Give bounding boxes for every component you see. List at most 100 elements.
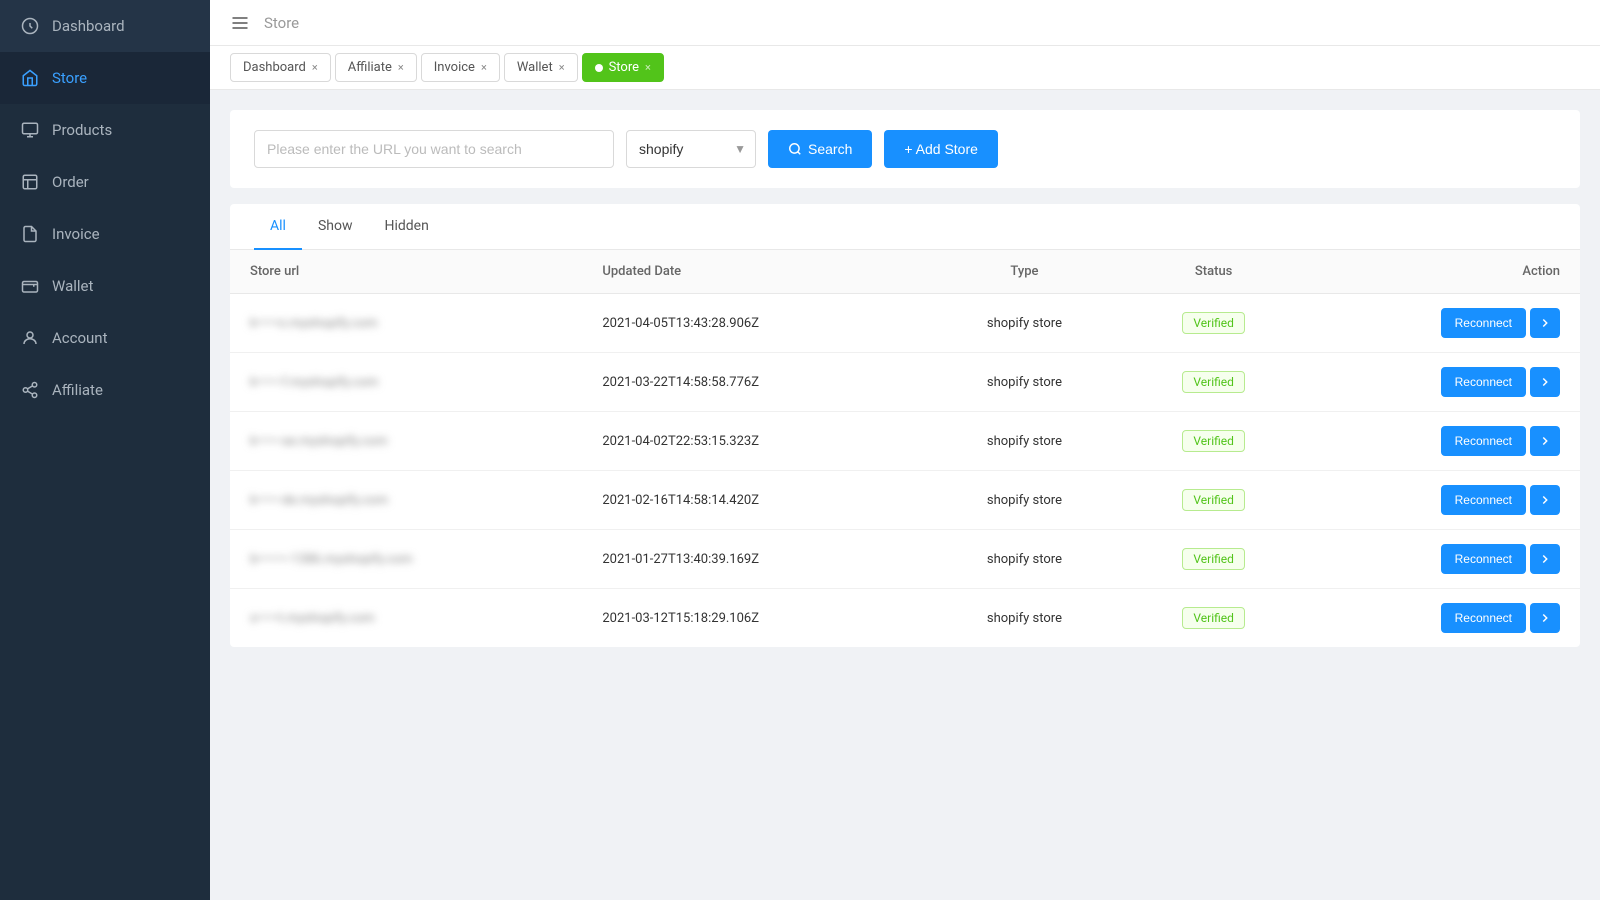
- action-cell: Reconnect: [1303, 589, 1580, 648]
- updated-date-cell: 2021-03-12T15:18:29.106Z: [582, 589, 924, 648]
- type-cell: shopify store: [924, 471, 1124, 530]
- table-row: k•••••-f.myshopify.com 2021-03-22T14:58:…: [230, 353, 1580, 412]
- col-header-action: Action: [1303, 250, 1580, 294]
- add-store-button[interactable]: + Add Store: [884, 130, 998, 168]
- reconnect-button[interactable]: Reconnect: [1441, 544, 1526, 574]
- table-row: b•••••••-1386.myshopify.com 2021-01-27T1…: [230, 530, 1580, 589]
- tab-close-icon[interactable]: ×: [559, 61, 565, 74]
- more-actions-button[interactable]: [1530, 308, 1560, 338]
- tab-label: Wallet: [517, 60, 553, 75]
- reconnect-button[interactable]: Reconnect: [1441, 603, 1526, 633]
- sidebar-item-store[interactable]: Store: [0, 52, 210, 104]
- platform-select[interactable]: shopify woocommerce magento: [626, 130, 756, 168]
- sidebar-item-account[interactable]: Account: [0, 312, 210, 364]
- account-icon: [20, 328, 40, 348]
- sidebar-item-label: Store: [52, 69, 87, 87]
- affiliate-icon: [20, 380, 40, 400]
- store-url-cell: s•••••t.myshopify.com: [230, 589, 582, 648]
- filter-tabs: All Show Hidden: [230, 204, 1580, 250]
- tab-dashboard[interactable]: Dashboard ×: [230, 53, 331, 82]
- store-url-cell: k•••••-f.myshopify.com: [230, 353, 582, 412]
- wallet-icon: [20, 276, 40, 296]
- filter-tab-label: Show: [318, 218, 353, 234]
- content-area: shopify woocommerce magento ▼ Search + A…: [210, 90, 1600, 900]
- tab-active-dot: [595, 64, 603, 72]
- status-cell: Verified: [1125, 353, 1303, 412]
- filter-tab-all[interactable]: All: [254, 204, 302, 250]
- tab-wallet[interactable]: Wallet ×: [504, 53, 578, 82]
- tab-store[interactable]: Store ×: [582, 53, 664, 82]
- col-header-url: Store url: [230, 250, 582, 294]
- tab-label: Store: [609, 60, 639, 75]
- sidebar-item-order[interactable]: Order: [0, 156, 210, 208]
- updated-date-cell: 2021-03-22T14:58:58.776Z: [582, 353, 924, 412]
- main-content: Store Dashboard × Affiliate × Invoice × …: [210, 0, 1600, 900]
- sidebar-item-label: Products: [52, 121, 112, 139]
- sidebar-item-label: Dashboard: [52, 17, 125, 35]
- more-actions-button[interactable]: [1530, 367, 1560, 397]
- sidebar-item-dashboard[interactable]: Dashboard: [0, 0, 210, 52]
- status-badge: Verified: [1182, 548, 1245, 570]
- sidebar-item-affiliate[interactable]: Affiliate: [0, 364, 210, 416]
- reconnect-button[interactable]: Reconnect: [1441, 367, 1526, 397]
- reconnect-button[interactable]: Reconnect: [1441, 426, 1526, 456]
- store-url-cell: k•••••o.myshopify.com: [230, 294, 582, 353]
- status-badge: Verified: [1182, 430, 1245, 452]
- status-cell: Verified: [1125, 471, 1303, 530]
- dashboard-icon: [20, 16, 40, 36]
- updated-date-cell: 2021-01-27T13:40:39.169Z: [582, 530, 924, 589]
- search-panel: shopify woocommerce magento ▼ Search + A…: [230, 110, 1580, 188]
- tab-label: Affiliate: [348, 60, 392, 75]
- status-badge: Verified: [1182, 607, 1245, 629]
- status-badge: Verified: [1182, 371, 1245, 393]
- tab-affiliate[interactable]: Affiliate ×: [335, 53, 417, 82]
- tab-invoice[interactable]: Invoice ×: [421, 53, 500, 82]
- reconnect-button[interactable]: Reconnect: [1441, 485, 1526, 515]
- type-cell: shopify store: [924, 294, 1124, 353]
- store-url-cell: k•••••-se.myshopify.com: [230, 412, 582, 471]
- header-bar: Store: [210, 0, 1600, 46]
- table-row: k•••••o.myshopify.com 2021-04-05T13:43:2…: [230, 294, 1580, 353]
- store-url-cell: b•••••••-1386.myshopify.com: [230, 530, 582, 589]
- tab-close-icon[interactable]: ×: [312, 61, 318, 74]
- store-icon: [20, 68, 40, 88]
- more-actions-button[interactable]: [1530, 485, 1560, 515]
- action-cell: Reconnect: [1303, 412, 1580, 471]
- tab-close-icon[interactable]: ×: [481, 61, 487, 74]
- sidebar-item-invoice[interactable]: Invoice: [0, 208, 210, 260]
- tab-close-icon[interactable]: ×: [398, 61, 404, 74]
- action-cell: Reconnect: [1303, 530, 1580, 589]
- more-actions-button[interactable]: [1530, 603, 1560, 633]
- search-input[interactable]: [254, 130, 614, 168]
- store-table: Store url Updated Date Type Status Actio…: [230, 250, 1580, 647]
- col-header-date: Updated Date: [582, 250, 924, 294]
- status-badge: Verified: [1182, 489, 1245, 511]
- sidebar-item-products[interactable]: Products: [0, 104, 210, 156]
- action-cell: Reconnect: [1303, 294, 1580, 353]
- sidebar: Dashboard Store Products Order Invoice W…: [0, 0, 210, 900]
- menu-icon[interactable]: [230, 13, 250, 33]
- more-actions-button[interactable]: [1530, 426, 1560, 456]
- search-button[interactable]: Search: [768, 130, 872, 168]
- tabs-bar: Dashboard × Affiliate × Invoice × Wallet…: [210, 46, 1600, 90]
- filter-tab-show[interactable]: Show: [302, 204, 369, 250]
- table-row: k•••••-se.myshopify.com 2021-04-02T22:53…: [230, 412, 1580, 471]
- reconnect-button[interactable]: Reconnect: [1441, 308, 1526, 338]
- page-title: Store: [264, 14, 299, 32]
- invoice-icon: [20, 224, 40, 244]
- tab-label: Invoice: [434, 60, 475, 75]
- store-url-text: k•••••o.myshopify.com: [250, 316, 378, 331]
- store-url-text: k•••••-se.myshopify.com: [250, 434, 387, 449]
- filter-tab-hidden[interactable]: Hidden: [368, 204, 444, 250]
- status-cell: Verified: [1125, 412, 1303, 471]
- store-url-text: k•••••-f.myshopify.com: [250, 375, 378, 390]
- tab-close-icon[interactable]: ×: [645, 61, 651, 74]
- more-actions-button[interactable]: [1530, 544, 1560, 574]
- sidebar-item-label: Account: [52, 329, 108, 347]
- sidebar-item-label: Order: [52, 173, 89, 191]
- type-cell: shopify store: [924, 412, 1124, 471]
- store-url-text: s•••••t.myshopify.com: [250, 611, 375, 626]
- status-cell: Verified: [1125, 294, 1303, 353]
- table-row: k•••••-de.myshopify.com 2021-02-16T14:58…: [230, 471, 1580, 530]
- sidebar-item-wallet[interactable]: Wallet: [0, 260, 210, 312]
